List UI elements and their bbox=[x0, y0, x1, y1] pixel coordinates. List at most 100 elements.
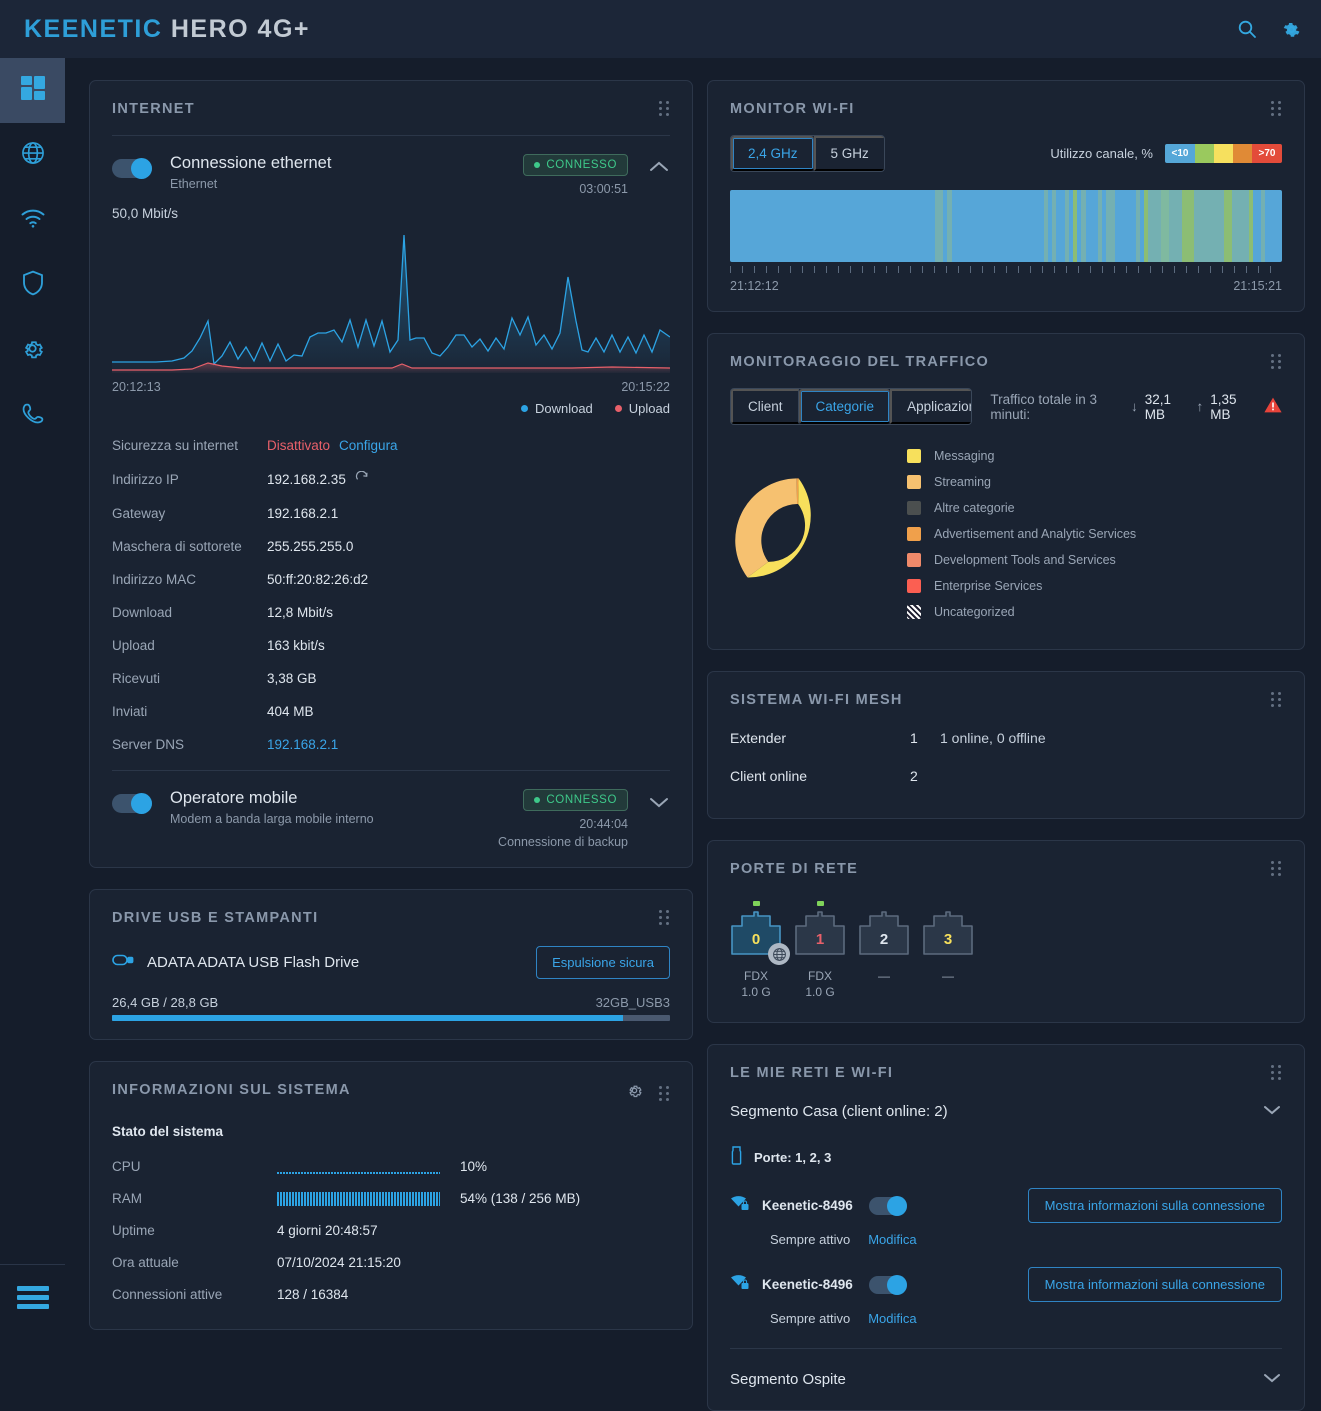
port-icon[interactable]: 1 bbox=[794, 910, 846, 961]
wifi-edit-link[interactable]: Modifica bbox=[868, 1311, 916, 1326]
current-time-row: Ora attuale 07/10/2024 21:15:20 bbox=[112, 1255, 670, 1270]
channel-slice bbox=[1203, 190, 1224, 262]
network-port[interactable]: 1 FDX 1.0 G bbox=[794, 901, 846, 1000]
port-icon[interactable]: 0 bbox=[730, 910, 782, 961]
top-header: KEENETIC HERO 4G+ bbox=[0, 0, 1321, 58]
info-row-upload: Upload 163 kbit/s bbox=[112, 638, 670, 653]
channel-slice bbox=[952, 190, 1044, 262]
network-port[interactable]: 3 — bbox=[922, 901, 974, 1000]
channel-slice bbox=[1056, 190, 1064, 262]
legend-swatch bbox=[907, 605, 921, 619]
wifi-edit-link[interactable]: Modifica bbox=[868, 1232, 916, 1247]
ethernet-uptime: 03:00:51 bbox=[523, 182, 628, 196]
ram-meter bbox=[277, 1192, 440, 1206]
drag-handle-icon[interactable] bbox=[1271, 1065, 1282, 1080]
channel-slice bbox=[1161, 190, 1169, 262]
port-icon[interactable]: 3 bbox=[922, 910, 974, 961]
usb-usage-text: 26,4 GB / 28,8 GB bbox=[112, 995, 218, 1010]
traffic-legend: Messaging Streaming Altre categorie Adve… bbox=[907, 449, 1136, 631]
mobile-toggle[interactable] bbox=[112, 794, 152, 813]
mobile-uptime: 20:44:04 bbox=[498, 817, 628, 831]
ethernet-toggle[interactable] bbox=[112, 159, 152, 178]
channel-slice bbox=[1148, 190, 1161, 262]
wifi-toggle[interactable] bbox=[869, 1197, 907, 1215]
channel-slice bbox=[1106, 190, 1114, 262]
segment-guest-label: Segmento Ospite bbox=[730, 1371, 846, 1388]
sidebar-menu-toggle[interactable] bbox=[0, 1264, 65, 1330]
mesh-clients-row: Client online 2 bbox=[730, 768, 1282, 784]
mobile-expand-icon[interactable] bbox=[644, 795, 670, 814]
uptime-row: Uptime 4 giorni 20:48:57 bbox=[112, 1223, 670, 1238]
sidebar-item-wifi[interactable] bbox=[0, 188, 65, 253]
drag-handle-icon[interactable] bbox=[659, 101, 670, 116]
mesh-extender-row: Extender 1 1 online, 0 offline bbox=[730, 730, 1282, 746]
panel-title-wifi-monitor: MONITOR WI-FI bbox=[730, 101, 855, 117]
info-row-dns: Server DNS 192.168.2.1 bbox=[112, 737, 670, 752]
traffic-total: Traffico totale in 3 minuti: ↓ 32,1 MB ↑… bbox=[990, 392, 1282, 422]
usb-device-name: ADATA ADATA USB Flash Drive bbox=[147, 954, 359, 971]
legend-item: Streaming bbox=[907, 475, 1136, 489]
ram-value: 54% (138 / 256 MB) bbox=[460, 1191, 580, 1206]
wifi-toggle[interactable] bbox=[869, 1276, 907, 1294]
scale-green bbox=[1195, 144, 1214, 163]
system-info-panel: INFORMAZIONI SUL SISTEMA Stato del siste… bbox=[89, 1061, 693, 1330]
port-led bbox=[817, 901, 824, 906]
wifi-ssid: Keenetic-8496 bbox=[762, 1198, 853, 1213]
wifi-lock-icon bbox=[730, 1194, 750, 1217]
drag-handle-icon[interactable] bbox=[659, 910, 670, 925]
ethernet-name: Connessione ethernet bbox=[170, 154, 331, 173]
safe-eject-button[interactable]: Espulsione sicura bbox=[536, 946, 670, 979]
ethernet-collapse-icon[interactable] bbox=[644, 160, 670, 179]
sidebar-item-management[interactable] bbox=[0, 318, 65, 383]
drag-handle-icon[interactable] bbox=[1271, 354, 1282, 369]
chevron-down-icon[interactable] bbox=[1262, 1103, 1282, 1120]
dns-server-link[interactable]: 192.168.2.1 bbox=[267, 737, 338, 752]
scale-low: <10 bbox=[1165, 144, 1195, 163]
show-connection-info-button[interactable]: Mostra informazioni sulla connessione bbox=[1028, 1267, 1282, 1302]
traffic-view-tabs: Client Categorie Applicazioni bbox=[730, 388, 972, 425]
search-icon[interactable] bbox=[1233, 15, 1261, 43]
gear-icon[interactable] bbox=[1277, 15, 1305, 43]
upload-arrow-icon: ↑ bbox=[1196, 399, 1203, 414]
panel-title-internet: INTERNET bbox=[112, 101, 195, 117]
show-connection-info-button[interactable]: Mostra informazioni sulla connessione bbox=[1028, 1188, 1282, 1223]
sidebar-item-dashboard[interactable] bbox=[0, 58, 65, 123]
phone-icon bbox=[20, 401, 45, 431]
wifi-schedule: Sempre attivo bbox=[770, 1311, 850, 1326]
sidebar-item-internet[interactable] bbox=[0, 123, 65, 188]
drag-handle-icon[interactable] bbox=[1271, 692, 1282, 707]
info-row-gateway: Gateway 192.168.2.1 bbox=[112, 506, 670, 521]
tab-client[interactable]: Client bbox=[731, 389, 799, 424]
channel-slice bbox=[1182, 190, 1195, 262]
segment-guest-header[interactable]: Segmento Ospite bbox=[730, 1371, 1282, 1388]
warning-triangle-icon[interactable] bbox=[1264, 397, 1282, 416]
wifi-network-row: Keenetic-8496 Mostra informazioni sulla … bbox=[730, 1188, 1282, 1223]
port-icon[interactable]: 2 bbox=[858, 910, 910, 961]
info-row-netmask: Maschera di sottorete 255.255.255.0 bbox=[112, 539, 670, 554]
tab-categorie[interactable]: Categorie bbox=[799, 389, 891, 424]
port-number: 2 bbox=[858, 931, 910, 948]
sidebar-item-telephony[interactable] bbox=[0, 383, 65, 448]
segment-ports-line: Porte: 1, 2, 3 bbox=[730, 1146, 1282, 1168]
legend-upload: Upload bbox=[615, 401, 670, 416]
tab-applicazioni[interactable]: Applicazioni bbox=[890, 389, 972, 424]
internet-panel: INTERNET Connessione ethernet Ethernet C… bbox=[89, 80, 693, 868]
drag-handle-icon[interactable] bbox=[1271, 861, 1282, 876]
ip-address-value: 192.168.2.35 bbox=[267, 472, 346, 487]
panel-title-mesh: SISTEMA WI-FI MESH bbox=[730, 692, 903, 708]
tab-24ghz[interactable]: 2,4 GHz bbox=[731, 136, 814, 171]
segment-home-header[interactable]: Segmento Casa (client online: 2) bbox=[730, 1103, 1282, 1120]
tab-5ghz[interactable]: 5 GHz bbox=[814, 136, 884, 171]
drag-handle-icon[interactable] bbox=[1271, 101, 1282, 116]
globe-icon bbox=[768, 943, 790, 965]
network-ports-panel: PORTE DI RETE 0 bbox=[707, 840, 1305, 1023]
chevron-down-icon[interactable] bbox=[1262, 1371, 1282, 1388]
network-port[interactable]: 0 FDX 1.0 G bbox=[730, 901, 782, 1000]
wifi-band-tabs: 2,4 GHz 5 GHz bbox=[730, 135, 885, 172]
network-port[interactable]: 2 — bbox=[858, 901, 910, 1000]
sidebar-item-security[interactable] bbox=[0, 253, 65, 318]
drag-handle-icon[interactable] bbox=[659, 1086, 670, 1101]
security-configure-link[interactable]: Configura bbox=[339, 438, 398, 453]
system-settings-icon[interactable] bbox=[626, 1082, 643, 1104]
refresh-icon[interactable] bbox=[355, 471, 369, 488]
